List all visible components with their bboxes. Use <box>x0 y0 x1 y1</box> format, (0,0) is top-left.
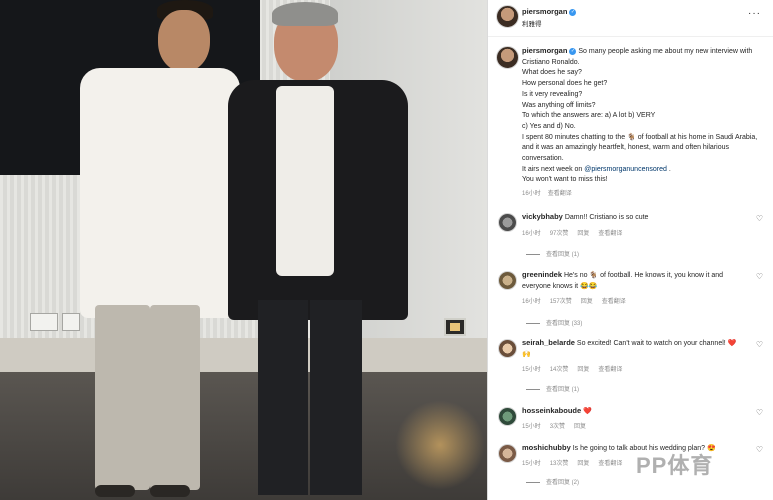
comment-body: greenindek He's no 🐐 of football. He kno… <box>522 270 742 292</box>
like-heart-icon[interactable]: ♡ <box>756 214 763 223</box>
commenter-username[interactable]: moshichubby <box>522 443 571 452</box>
comment-time: 16小时 <box>522 231 541 237</box>
wall-outlet <box>30 313 58 331</box>
commenter-avatar[interactable] <box>498 339 517 358</box>
caption-line: What does he say? <box>522 69 582 77</box>
wall-outlet <box>62 313 80 331</box>
post-location[interactable]: 利雅得 <box>522 18 542 28</box>
caption-line: I spent 80 minutes chatting to the 🐐 of … <box>522 133 758 163</box>
reply-button[interactable]: 回复 <box>577 461 589 467</box>
comment-meta: 16小时 97次赞 回复 查看翻译 <box>522 228 631 237</box>
caption-line: Was anything off limits? <box>522 101 596 109</box>
caption-avatar[interactable] <box>496 46 519 69</box>
comment-time: 16小时 <box>522 299 541 305</box>
comment-time: 15小时 <box>522 424 541 430</box>
skirting-board <box>0 338 487 372</box>
like-heart-icon[interactable]: ♡ <box>756 445 763 454</box>
translate-link[interactable]: 查看翻译 <box>602 299 626 305</box>
commenter-avatar[interactable] <box>498 444 517 463</box>
commenter-username[interactable]: hosseinkaboude <box>522 406 581 415</box>
commenter-avatar[interactable] <box>498 271 517 290</box>
comment-likes[interactable]: 13次赞 <box>550 461 569 467</box>
reply-button[interactable]: 回复 <box>581 299 593 305</box>
view-replies-label[interactable]: 查看回复 (33) <box>546 321 582 327</box>
commenter-username[interactable]: seirah_belarde <box>522 338 575 347</box>
comment-meta: 15小时 13次赞 回复 查看翻译 <box>522 458 631 467</box>
caption-line: c) Yes and d) No. <box>522 122 576 130</box>
view-replies-label[interactable]: 查看回复 (1) <box>546 252 579 258</box>
post-time: 16小时 <box>522 191 541 198</box>
translate-link[interactable]: 查看翻译 <box>548 191 572 197</box>
comment-body: hosseinkaboude ❤️ <box>522 406 742 418</box>
caption-meta: 16小时 查看翻译 <box>522 189 760 200</box>
view-replies-button[interactable]: 查看回复 (1) <box>526 249 579 258</box>
commenter-username[interactable]: vickybhaby <box>522 212 563 221</box>
author-username-row: piersmorgan ✓ <box>522 7 577 16</box>
comment-text: ❤️ <box>583 408 592 415</box>
reply-button[interactable]: 回复 <box>577 231 589 237</box>
more-options-icon[interactable]: ··· <box>748 8 761 19</box>
floor-light-reflection <box>395 400 485 490</box>
view-replies-button[interactable]: 查看回复 (1) <box>526 384 579 393</box>
comment-text: Damn!! Cristiano is so cute <box>564 214 649 221</box>
commenter-avatar[interactable] <box>498 407 517 426</box>
like-heart-icon[interactable]: ♡ <box>756 408 763 417</box>
mention-link[interactable]: @piersmorganuncensored <box>584 166 667 173</box>
translate-link[interactable]: 查看翻译 <box>598 231 622 237</box>
view-replies-label[interactable]: 查看回复 (1) <box>546 387 579 393</box>
verified-badge-icon: ✓ <box>569 47 577 55</box>
view-replies-button[interactable]: 查看回复 (33) <box>526 318 582 327</box>
comment-likes[interactable]: 97次赞 <box>550 231 569 237</box>
comment-likes[interactable]: 3次赞 <box>550 424 565 430</box>
translate-link[interactable]: 查看翻译 <box>598 461 622 467</box>
author-avatar[interactable] <box>496 5 519 28</box>
translate-link[interactable]: 查看翻译 <box>598 367 622 373</box>
comment-body: vickybhaby Damn!! Cristiano is so cute <box>522 212 742 224</box>
post-header: piersmorgan ✓ 利雅得 ··· <box>488 0 773 37</box>
commenter-username[interactable]: greenindek <box>522 270 562 279</box>
post-photo[interactable] <box>0 0 487 500</box>
commenter-avatar[interactable] <box>498 213 517 232</box>
wall-lamp <box>444 318 466 336</box>
view-replies-button[interactable]: 查看回复 (2) <box>526 477 579 486</box>
caption-line: Is it very revealing? <box>522 90 583 98</box>
comment-likes[interactable]: 157次赞 <box>550 299 572 305</box>
comment-meta: 15小时 3次赞 回复 <box>522 421 595 430</box>
comment-meta: 15小时 14次赞 回复 查看翻译 <box>522 364 631 373</box>
reply-button[interactable]: 回复 <box>577 367 589 373</box>
comment-body: seirah_belarde So excited! Can't wait to… <box>522 338 742 360</box>
watermark-logo: PP体育 <box>636 453 714 478</box>
caption-username[interactable]: piersmorgan <box>522 46 567 55</box>
like-heart-icon[interactable]: ♡ <box>756 272 763 281</box>
caption-punctuation: . <box>668 165 671 173</box>
comment-meta: 16小时 157次赞 回复 查看翻译 <box>522 296 635 305</box>
comment-likes[interactable]: 14次赞 <box>550 367 569 373</box>
caption-line: To which the answers are: a) A lot b) VE… <box>522 112 656 120</box>
post-panel: piersmorgan ✓ 利雅得 ··· piersmorgan ✓ So man… <box>487 0 773 500</box>
caption-line: How personal does he get? <box>522 80 608 88</box>
like-heart-icon[interactable]: ♡ <box>756 340 763 349</box>
comment-time: 15小时 <box>522 461 541 467</box>
post-caption: piersmorgan ✓ So many people asking me ab… <box>522 46 760 200</box>
view-replies-label[interactable]: 查看回复 (2) <box>546 480 579 486</box>
reply-button[interactable]: 回复 <box>574 424 586 430</box>
author-username[interactable]: piersmorgan <box>522 7 567 16</box>
caption-line: It airs next week on <box>522 165 583 173</box>
caption-line: You won't want to miss this! <box>522 176 608 184</box>
verified-badge-icon: ✓ <box>569 8 577 16</box>
comment-time: 15小时 <box>522 367 541 373</box>
